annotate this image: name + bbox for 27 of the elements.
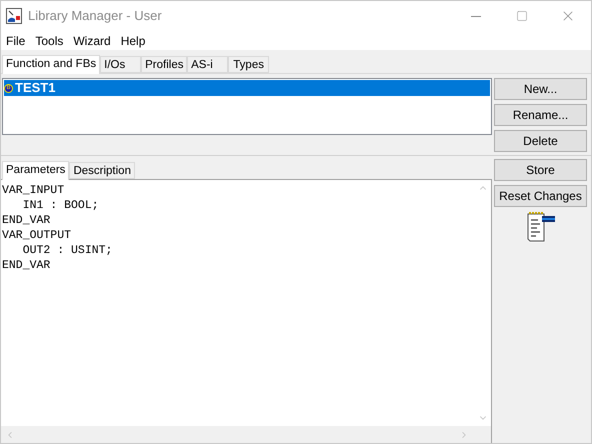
- app-icon: [6, 8, 22, 24]
- action-button[interactable]: Delete: [494, 130, 587, 152]
- code-line: VAR_INPUT: [2, 183, 66, 198]
- maximize-icon: [516, 10, 528, 22]
- tab[interactable]: Types: [228, 56, 270, 73]
- menu-item[interactable]: File: [1, 32, 30, 50]
- action-button[interactable]: New...: [494, 78, 587, 100]
- window-title: Library Manager - User: [28, 7, 162, 26]
- code-line: IN1 : BOOL;: [22, 198, 100, 213]
- menu-item[interactable]: Wizard: [68, 32, 116, 50]
- tab[interactable]: I/Os: [100, 56, 142, 73]
- item-name: TEST1: [15, 79, 56, 98]
- horizontal-scrollbar[interactable]: [1, 426, 491, 443]
- tab[interactable]: Function and FBs: [2, 55, 100, 74]
- tab[interactable]: Description: [69, 162, 135, 179]
- code-line: END_VAR: [2, 213, 52, 228]
- menu-item[interactable]: Tools: [30, 32, 68, 50]
- code-line: OUT2 : USINT;: [22, 243, 114, 258]
- action-button[interactable]: Store: [494, 159, 587, 181]
- tab[interactable]: Parameters: [2, 161, 70, 180]
- tab[interactable]: AS-i: [187, 56, 228, 73]
- menu-item[interactable]: Help: [116, 32, 150, 50]
- action-button[interactable]: Reset Changes: [494, 185, 587, 207]
- tab[interactable]: Profiles: [141, 56, 188, 73]
- code-line: VAR_OUTPUT: [2, 228, 72, 243]
- action-button[interactable]: Rename...: [494, 104, 587, 126]
- code-line: END_VAR: [2, 258, 52, 273]
